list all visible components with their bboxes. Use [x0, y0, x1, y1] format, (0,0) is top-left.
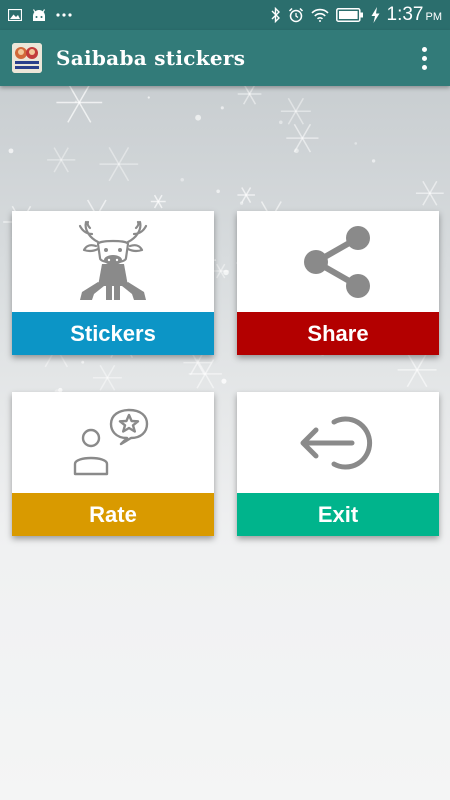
rate-icon — [12, 392, 214, 493]
share-tile[interactable]: Share — [237, 211, 439, 355]
alarm-icon — [288, 7, 303, 23]
charging-icon — [371, 7, 380, 23]
stickers-label: Stickers — [12, 312, 214, 355]
wifi-icon — [310, 8, 329, 22]
status-bar: 1:37 PM — [0, 0, 450, 30]
app-title: Saibaba stickers — [56, 46, 246, 70]
battery-icon — [335, 8, 363, 22]
exit-icon — [237, 392, 439, 493]
exit-label: Exit — [237, 493, 439, 536]
moose-icon — [12, 211, 214, 312]
image-notification-icon — [8, 9, 22, 21]
rate-tile[interactable]: Rate — [12, 392, 214, 536]
share-icon — [237, 211, 439, 312]
exit-tile[interactable]: Exit — [237, 392, 439, 536]
app-bar: Saibaba stickers — [0, 30, 450, 86]
app-logo — [12, 43, 42, 73]
android-icon — [32, 8, 46, 21]
rate-label: Rate — [12, 493, 214, 536]
stickers-tile[interactable]: Stickers — [12, 211, 214, 355]
bluetooth-icon — [271, 7, 280, 23]
share-label: Share — [237, 312, 439, 355]
clock: 1:37 PM — [386, 4, 442, 25]
overflow-menu-icon[interactable] — [414, 43, 434, 73]
more-notifications-icon — [56, 13, 72, 17]
snow-background: Stickers Share Rate Exit — [0, 86, 450, 800]
